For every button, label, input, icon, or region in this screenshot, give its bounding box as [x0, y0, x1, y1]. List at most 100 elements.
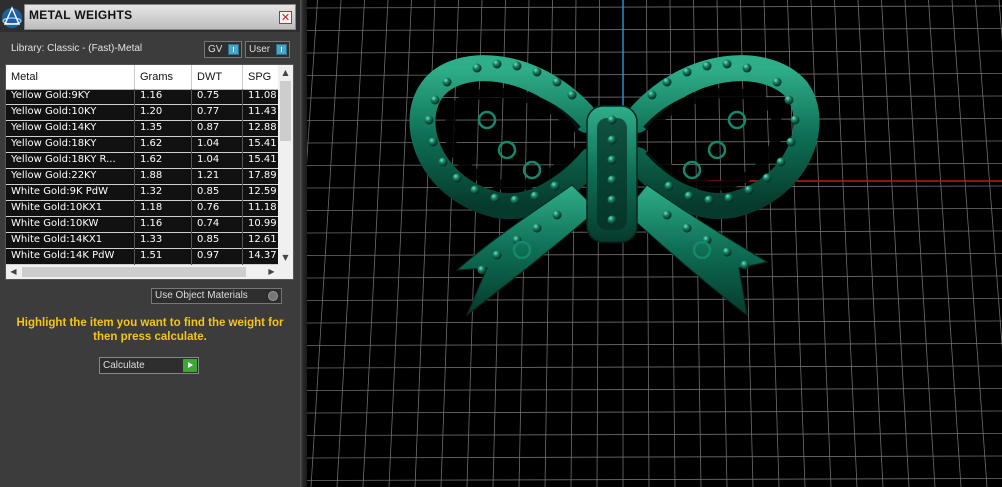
horizontal-scroll-thumb[interactable]	[22, 267, 246, 277]
viewport-canvas[interactable]	[307, 0, 1002, 487]
grid-line	[975, 0, 1002, 350]
grid-line	[951, 0, 988, 487]
bead	[664, 181, 674, 191]
bead	[532, 223, 542, 233]
grid-line	[307, 365, 1002, 369]
grid-line	[307, 253, 1002, 256]
use-object-materials-toggle[interactable]: Use Object Materials	[151, 288, 282, 304]
grams-cell: 1.35	[140, 122, 163, 133]
grid-line	[596, 0, 600, 487]
table-vertical-scrollbar[interactable]: ▲ ▼	[278, 65, 293, 265]
grid-line	[307, 0, 318, 164]
column-header-metal[interactable]: Metal	[11, 71, 38, 83]
table-row[interactable]: Yellow Gold:10KY 1.20 0.77 11.43	[6, 105, 278, 121]
close-icon: ✕	[280, 11, 291, 24]
dwt-cell: 0.97	[197, 250, 220, 261]
cad-logo-icon	[0, 4, 24, 30]
panel-title: METAL WEIGHTS	[29, 8, 133, 22]
3d-viewport[interactable]	[307, 0, 1002, 487]
chevron-down-icon[interactable]: ▼	[278, 250, 293, 265]
bead	[477, 265, 487, 275]
bead	[442, 77, 452, 87]
grid-line	[307, 343, 1002, 346]
spg-cell: 12.88	[248, 122, 277, 133]
panel-title-tab[interactable]: METAL WEIGHTS ✕	[24, 4, 296, 30]
dwt-cell: 0.85	[197, 234, 220, 245]
grid-line	[307, 50, 1002, 54]
table-row[interactable]: White Gold:10KW 1.16 0.74 10.99	[6, 217, 278, 233]
chevron-right-icon[interactable]: ▶	[264, 265, 279, 279]
bead	[647, 90, 657, 100]
bead	[722, 59, 732, 69]
gv-toggle[interactable]: GV	[204, 41, 242, 58]
bead	[742, 63, 752, 73]
bead	[452, 173, 462, 183]
grams-cell: 1.16	[140, 218, 163, 229]
chevron-up-icon[interactable]: ▲	[278, 65, 293, 80]
dwt-cell: 1.21	[197, 170, 220, 181]
table-row[interactable]: Yellow Gold:18KY R... 1.62 1.04 15.41	[6, 153, 278, 169]
bead	[724, 193, 734, 203]
calculate-button[interactable]: Calculate	[99, 357, 199, 374]
dwt-cell: 0.77	[197, 106, 220, 117]
user-toggle[interactable]: User	[245, 41, 290, 58]
chevron-left-icon[interactable]: ◀	[6, 265, 21, 279]
bead	[567, 90, 577, 100]
grams-cell: 1.18	[140, 202, 163, 213]
calculate-label: Calculate	[103, 360, 145, 371]
grams-cell: 1.33	[140, 234, 163, 245]
vertical-scroll-thumb[interactable]	[280, 81, 291, 141]
spg-cell: 14.37	[248, 250, 277, 261]
bead	[492, 59, 502, 69]
grams-cell: 1.32	[140, 186, 163, 197]
panel-titlebar: METAL WEIGHTS ✕	[0, 0, 300, 32]
info-toggle-icon	[276, 44, 287, 55]
bead	[512, 61, 522, 71]
close-button[interactable]: ✕	[279, 11, 292, 24]
filigree-ring	[727, 110, 747, 130]
grams-cell: 1.62	[140, 154, 163, 165]
grid-line	[904, 0, 936, 487]
column-header-spg[interactable]: SPG	[248, 71, 271, 83]
metal-cell: Yellow Gold:10KY	[11, 106, 97, 117]
table-row[interactable]: Yellow Gold:22KY 1.88 1.21 17.89	[6, 169, 278, 185]
bead	[740, 260, 750, 270]
spg-cell: 10.99	[248, 218, 277, 229]
bead	[682, 223, 692, 233]
bead	[510, 195, 520, 205]
column-header-dwt[interactable]: DWT	[197, 71, 222, 83]
bead	[776, 157, 786, 167]
table-row[interactable]: White Gold:10KX1 1.18 0.76 11.18	[6, 201, 278, 217]
table-row[interactable]: Yellow Gold:9KY 1.16 0.75 11.08	[6, 89, 278, 105]
table-body: Yellow Gold:9KY 1.16 0.75 11.08 Yellow G…	[6, 89, 278, 265]
spg-cell: 15.41	[248, 154, 277, 165]
table-row[interactable]: Yellow Gold:18KY 1.62 1.04 15.41	[6, 137, 278, 153]
dwt-cell: 0.74	[197, 218, 220, 229]
metal-cell: White Gold:14K PdW	[11, 250, 115, 261]
table-row[interactable]: Yellow Gold:14KY 1.35 0.87 12.88	[6, 121, 278, 137]
grid-line	[646, 0, 650, 487]
bead	[607, 155, 617, 165]
spg-cell: 12.61	[248, 234, 277, 245]
bead	[662, 77, 672, 87]
instruction-text: Highlight the item you want to find the …	[16, 317, 284, 343]
bead	[682, 67, 692, 77]
bead	[784, 95, 794, 105]
grid-line	[307, 455, 1002, 459]
table-row[interactable]: White Gold:14K PdW 1.51 0.97 14.37	[6, 249, 278, 265]
table-row[interactable]: White Gold:14KX1 1.33 0.85 12.61	[6, 233, 278, 249]
dwt-cell: 0.85	[197, 186, 220, 197]
grams-cell: 1.16	[140, 90, 163, 101]
grid-line	[928, 0, 962, 487]
column-header-grams[interactable]: Grams	[140, 71, 173, 83]
filigree-ring	[707, 140, 727, 160]
spg-cell: 15.41	[248, 138, 277, 149]
bead	[744, 185, 754, 195]
bead	[430, 95, 440, 105]
panel-splitter[interactable]	[300, 0, 307, 487]
grid-line	[857, 0, 884, 487]
table-horizontal-scrollbar[interactable]: ◀ ▶	[6, 265, 293, 279]
dwt-cell: 0.76	[197, 202, 220, 213]
bead	[762, 173, 772, 183]
table-row[interactable]: White Gold:9K PdW 1.32 0.85 12.59	[6, 185, 278, 201]
